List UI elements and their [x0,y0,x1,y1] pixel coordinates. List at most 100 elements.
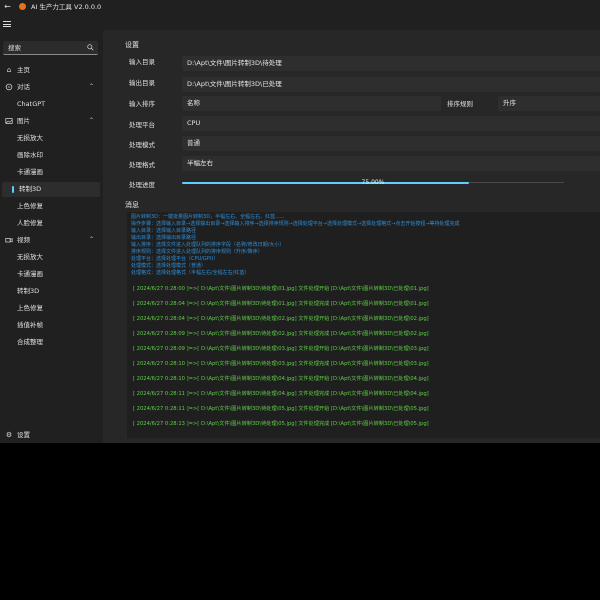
sort-rule-select[interactable]: 升序 [498,96,600,111]
log-line: [ 2024/6/27 0:28:00 ]=>[ D:\Apt\文件\图片转制3… [133,286,429,292]
sidebar-item-label: 对话 [17,83,30,91]
app-logo-icon [19,3,26,10]
input-dir-value: D:\Apt\文件\图片转制3D\待处理 [187,59,282,67]
log-line: [ 2024/6/27 0:28:09 ]=>[ D:\Apt\文件\图片转制3… [133,331,429,337]
sidebar-item-home[interactable]: ⌂ 主页 [2,63,100,78]
sidebar-item-chatgpt[interactable]: ChatGPT [2,97,100,112]
app-window: ← AI 生产力工具 V2.0.0.0 ⌂ 主页 对话 ⌃ ChatGPT [0,0,600,443]
sidebar-item-label: 无损放大 [17,134,43,142]
sidebar-item-video-cartoon[interactable]: 卡通漫画 [2,267,100,282]
info-line: 排序规则：选择文件进入处理队列的排序规则（升序/降序） [131,249,263,255]
sidebar-item-label: 上色修复 [17,202,43,210]
sidebar-item-video-interpolate[interactable]: 插值补帧 [2,318,100,333]
sidebar-item-video-colorize[interactable]: 上色修复 [2,301,100,316]
format-select[interactable]: 半幅左右 [182,156,600,171]
sidebar-item-label: 插值补帧 [17,321,43,329]
sidebar-item-label: 视频 [17,236,30,244]
input-dir-label: 输入目录 [129,58,155,66]
sidebar-item-label: 人脸修复 [17,219,43,227]
title-bar: ← AI 生产力工具 V2.0.0.0 [0,0,600,14]
log-line: [ 2024/6/27 0:28:13 ]=>[ D:\Apt\文件\图片转制3… [133,421,429,427]
sidebar-item-image[interactable]: 图片 ⌃ [2,114,100,129]
search-box [3,41,98,55]
hamburger-menu-icon[interactable] [3,21,11,27]
sidebar-item-image-face[interactable]: 人脸修复 [2,216,100,231]
log-line: [ 2024/6/27 0:28:04 ]=>[ D:\Apt\文件\图片转制3… [133,316,429,322]
sidebar-item-settings[interactable]: ⚙ 设置 [2,428,100,443]
sidebar-item-label: 主页 [17,66,30,74]
input-dir-field[interactable]: D:\Apt\文件\图片转制3D\待处理 [182,56,600,71]
sidebar-item-chat[interactable]: 对话 ⌃ [2,80,100,95]
chevron-up-icon[interactable]: ⌃ [88,236,95,243]
info-line: 处理平台：选择处理平台（CPU/GPU） [131,256,219,262]
sidebar-item-label: 画除水印 [17,151,43,159]
sidebar-item-label: 合成整理 [17,338,43,346]
sidebar-item-label: 转制3D [17,287,40,295]
sidebar-item-video[interactable]: 视频 ⌃ [2,233,100,248]
chevron-up-icon[interactable]: ⌃ [88,83,95,90]
sort-rule-label: 排序规则 [447,100,473,108]
sidebar-item-label: 设置 [17,431,30,439]
main-panel: 设置 输入目录 D:\Apt\文件\图片转制3D\待处理 输出目录 D:\Apt… [103,30,600,443]
platform-select[interactable]: CPU [182,116,600,131]
sort-rule-value: 升序 [503,99,516,107]
mode-select[interactable]: 普通 [182,136,600,151]
info-line: 输入排序：选择文件进入处理队列的排序字段（名称/修改日期/大小） [131,242,285,248]
sidebar-item-image-watermark[interactable]: 画除水印 [2,148,100,163]
sidebar-item-label: 卡通漫画 [17,270,43,278]
sidebar-item-image-upscale[interactable]: 无损放大 [2,131,100,146]
info-line: 处理模式：选择处理模式（普通） [131,263,207,269]
info-line: 输入目录：选择输入目录路径 [131,228,197,234]
app-title: AI 生产力工具 V2.0.0.0 [31,3,102,11]
info-line: 处理格式：选择处理格式（半幅左右/全幅左右/红蓝） [131,270,250,276]
info-line: 输出目录：选择输出目录路径 [131,235,197,241]
input-sort-select[interactable]: 名称 ⌄ [182,96,441,111]
gear-icon: ⚙ [5,431,13,439]
chevron-up-icon[interactable]: ⌃ [88,117,95,124]
output-dir-value: D:\Apt\文件\图片转制3D\已处理 [187,80,282,88]
message-log[interactable]: 图片转制3D：一键批量图片转制3D，半幅左右、全幅左右、红蓝...... 操作步… [127,212,600,438]
info-line: 图片转制3D：一键批量图片转制3D，半幅左右、全幅左右、红蓝...... [131,214,285,220]
platform-value: CPU [187,119,201,127]
output-dir-field[interactable]: D:\Apt\文件\图片转制3D\已处理 [182,77,600,92]
sidebar-item-label: 上色修复 [17,304,43,312]
output-dir-label: 输出目录 [129,79,155,87]
search-icon[interactable] [87,44,94,51]
sidebar-item-image-cartoon[interactable]: 卡通漫画 [2,165,100,180]
progress-text: 75.00% [361,179,385,186]
info-line: 操作步骤：选择输入目录→选择输出目录→选择输入排序→选择排序规则→选择处理平台→… [131,221,460,227]
settings-section-title: 设置 [125,41,139,49]
sidebar-item-image-3d[interactable]: 转制3D [2,182,100,197]
log-line: [ 2024/6/27 0:28:10 ]=>[ D:\Apt\文件\图片转制3… [133,376,429,382]
sidebar-item-image-colorize[interactable]: 上色修复 [2,199,100,214]
sidebar-item-video-3d[interactable]: 转制3D [2,284,100,299]
video-icon [5,238,13,243]
selection-indicator [12,186,14,193]
sidebar-item-video-merge[interactable]: 合成整理 [2,335,100,350]
sidebar-item-label: 图片 [17,117,30,125]
sidebar-item-label: 卡通漫画 [17,168,43,176]
sidebar-item-label: 转制3D [19,185,42,193]
image-icon [5,118,13,124]
log-line: [ 2024/6/27 0:28:10 ]=>[ D:\Apt\文件\图片转制3… [133,361,429,367]
sidebar-item-video-upscale[interactable]: 无损放大 [2,250,100,265]
chevron-down-icon: ⌄ [187,100,193,107]
back-arrow-icon[interactable]: ← [3,2,12,11]
messages-section-title: 消息 [125,201,139,209]
sidebar: ⌂ 主页 对话 ⌃ ChatGPT 图片 ⌃ 无损放大 画除水印 卡通漫画 转制… [0,14,102,443]
format-label: 处理格式 [129,161,155,169]
input-sort-label: 输入排序 [129,100,155,108]
format-value: 半幅左右 [187,159,213,167]
mode-value: 普通 [187,139,200,147]
log-line: [ 2024/6/27 0:28:04 ]=>[ D:\Apt\文件\图片转制3… [133,301,429,307]
log-line: [ 2024/6/27 0:28:09 ]=>[ D:\Apt\文件\图片转制3… [133,346,429,352]
mode-label: 处理模式 [129,141,155,149]
log-line: [ 2024/6/27 0:28:11 ]=>[ D:\Apt\文件\图片转制3… [133,406,429,412]
search-input[interactable] [8,43,83,53]
sidebar-item-label: 无损放大 [17,253,43,261]
chat-icon [5,83,13,91]
progress-label: 处理进度 [129,181,155,189]
sidebar-item-label: ChatGPT [17,100,46,108]
home-icon: ⌂ [6,66,12,74]
log-line: [ 2024/6/27 0:28:11 ]=>[ D:\Apt\文件\图片转制3… [133,391,429,397]
